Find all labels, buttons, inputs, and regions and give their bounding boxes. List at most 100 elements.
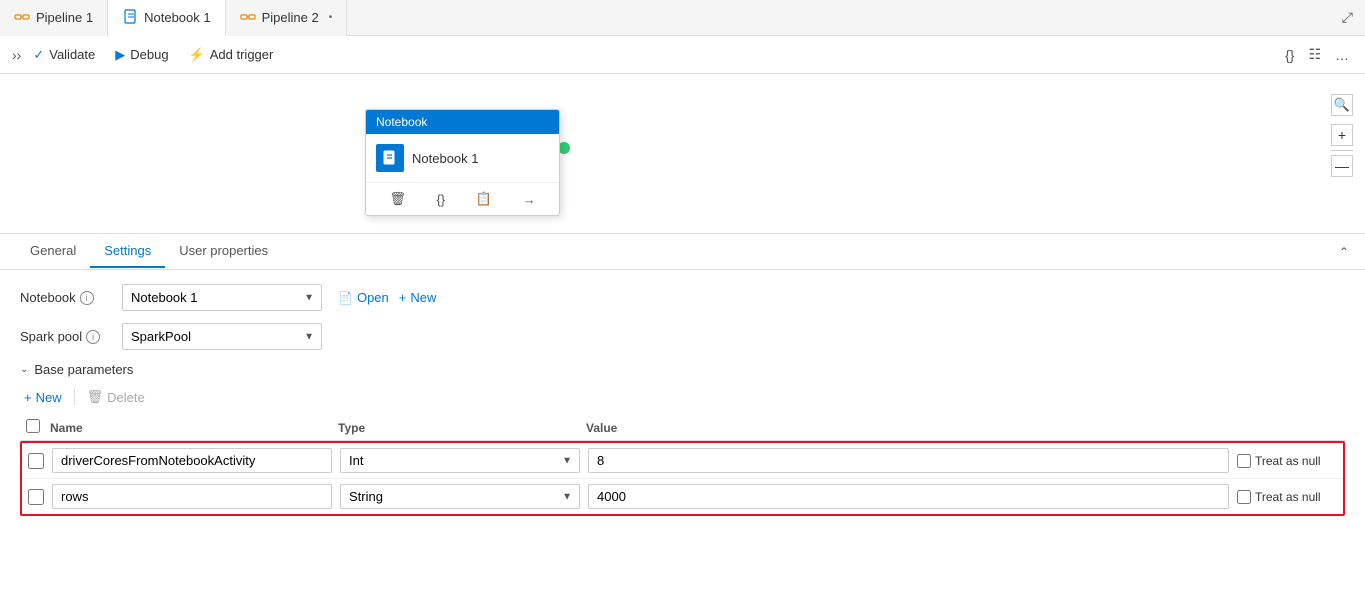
code-btn[interactable]: {}: [1281, 42, 1298, 67]
param-row2-value[interactable]: [588, 484, 1229, 509]
new-notebook-btn[interactable]: + New: [399, 290, 437, 305]
open-label: Open: [357, 290, 389, 305]
param-row2-name[interactable]: [52, 484, 332, 509]
spark-pool-select-wrap: SparkPool ▼: [122, 323, 322, 350]
debug-label: Debug: [130, 47, 168, 62]
tab-pipeline2-label: Pipeline 2: [262, 10, 319, 25]
param-row-2: Int String Bool Float ▼ Treat as null: [22, 479, 1343, 514]
spark-pool-form-row: Spark pool i SparkPool ▼: [20, 323, 1345, 350]
spark-pool-info-icon[interactable]: i: [86, 330, 100, 344]
param-row1-name[interactable]: [52, 448, 332, 473]
zoom-in-btn[interactable]: +: [1331, 124, 1353, 146]
notebook-card-name: Notebook 1: [412, 151, 479, 166]
plus-icon: +: [399, 290, 407, 305]
notebook-select[interactable]: Notebook 1: [122, 284, 322, 311]
param-row2-treat-null-checkbox[interactable]: [1237, 490, 1251, 504]
spark-pool-label: Spark pool i: [20, 329, 110, 344]
validate-button[interactable]: ✓ Validate: [25, 43, 103, 67]
new-param-btn[interactable]: + New: [20, 388, 66, 407]
card-copy-btn[interactable]: 📋: [470, 189, 498, 209]
trigger-icon: ⚡: [189, 47, 205, 63]
settings-content: Notebook i Notebook 1 ▼ 📄 Open + New: [0, 270, 1365, 530]
tab-pipeline2[interactable]: Pipeline 2 •: [226, 0, 348, 36]
tab-general[interactable]: General: [16, 235, 90, 268]
notebook-action-btns: 📄 Open + New: [338, 290, 436, 305]
treat-null-text-1: Treat as null: [1255, 454, 1321, 468]
delete-icon: 🗑: [87, 389, 104, 405]
new-param-plus-icon: +: [24, 390, 32, 405]
chevron-icon: ⌄: [20, 364, 28, 375]
params-column-headers: Name Type Value: [20, 415, 1345, 441]
tab-pipeline1[interactable]: Pipeline 1: [0, 0, 108, 36]
more-btn[interactable]: …: [1331, 42, 1353, 67]
canvas-area: Notebook Notebook 1 🗑 {} 📋 → 🔍 + —: [0, 74, 1365, 234]
notebook-card-body: Notebook 1: [366, 134, 559, 182]
notebook-tab-icon: [122, 9, 138, 25]
debug-button[interactable]: ▶ Debug: [107, 43, 176, 67]
tab-pipeline2-close[interactable]: •: [329, 12, 333, 23]
param-row2-type-wrap: Int String Bool Float ▼: [340, 484, 580, 509]
new-label: New: [410, 290, 436, 305]
tab-notebook1-label: Notebook 1: [144, 10, 211, 25]
select-all-checkbox[interactable]: [26, 419, 40, 433]
param-row2-type[interactable]: Int String Bool Float: [340, 484, 580, 509]
params-toolbar: + New 🗑 Delete: [20, 387, 1345, 407]
param-row1-value[interactable]: [588, 448, 1229, 473]
template-btn[interactable]: ☷: [1304, 42, 1325, 67]
search-canvas-btn[interactable]: 🔍: [1331, 94, 1353, 116]
open-icon: 📄: [338, 291, 353, 305]
notebook-card-header: Notebook: [366, 110, 559, 134]
panel-tab-bar: General Settings User properties ⌃: [0, 234, 1365, 270]
add-trigger-button[interactable]: ⚡ Add trigger: [181, 43, 282, 67]
new-param-label: New: [36, 390, 62, 405]
panel-collapse-btn[interactable]: ⌃: [1339, 245, 1349, 259]
pipeline2-icon: [240, 10, 256, 26]
notebook-select-wrap: Notebook 1 ▼: [122, 284, 322, 311]
params-toolbar-divider: [74, 389, 75, 405]
tab-settings-label: Settings: [104, 243, 151, 258]
notebook-card-footer: 🗑 {} 📋 →: [366, 182, 559, 215]
notebook-field-label: Notebook i: [20, 290, 110, 305]
param-row1-treat-null-checkbox[interactable]: [1237, 454, 1251, 468]
validate-icon: ✓: [33, 47, 44, 63]
param-row1-type-wrap: Int String Bool Float ▼: [340, 448, 580, 473]
notebook-body-icon: [376, 144, 404, 172]
treat-null-text-2: Treat as null: [1255, 490, 1321, 504]
header-value-col: Value: [586, 421, 1339, 435]
debug-icon: ▶: [115, 47, 125, 63]
delete-param-btn[interactable]: 🗑 Delete: [83, 387, 149, 407]
notebook-info-icon[interactable]: i: [80, 291, 94, 305]
header-type-col: Type: [338, 421, 578, 435]
zoom-out-btn[interactable]: —: [1331, 155, 1353, 177]
param-rows-container: Int String Bool Float ▼ Treat as null: [20, 441, 1345, 516]
header-name-col: Name: [50, 421, 330, 435]
tab-user-properties[interactable]: User properties: [165, 235, 282, 268]
param-row2-checkbox[interactable]: [28, 489, 44, 505]
spark-pool-select[interactable]: SparkPool: [122, 323, 322, 350]
delete-label: Delete: [107, 390, 145, 405]
zoom-divider: [1331, 150, 1353, 151]
open-notebook-btn[interactable]: 📄 Open: [338, 290, 389, 305]
tab-notebook1[interactable]: Notebook 1: [108, 0, 226, 36]
toolbar-nav-icon: ››: [12, 47, 21, 63]
param-row1-checkbox[interactable]: [28, 453, 44, 469]
param-row-1: Int String Bool Float ▼ Treat as null: [22, 443, 1343, 479]
tab-settings[interactable]: Settings: [90, 235, 165, 268]
card-delete-btn[interactable]: 🗑: [383, 189, 412, 209]
tab-user-properties-label: User properties: [179, 243, 268, 258]
add-trigger-label: Add trigger: [210, 47, 274, 62]
card-connect-btn[interactable]: →: [517, 190, 542, 209]
card-code-btn[interactable]: {}: [430, 190, 451, 209]
param-row2-treat-null-label: Treat as null: [1237, 490, 1337, 504]
panel-tab-group: General Settings User properties: [16, 235, 282, 268]
tab-general-label: General: [30, 243, 76, 258]
notebook-card[interactable]: Notebook Notebook 1 🗑 {} 📋 →: [365, 109, 560, 216]
notebook-form-row: Notebook i Notebook 1 ▼ 📄 Open + New: [20, 284, 1345, 311]
tab-pipeline1-label: Pipeline 1: [36, 10, 93, 25]
validate-label: Validate: [49, 47, 95, 62]
param-row1-type[interactable]: Int String Bool Float: [340, 448, 580, 473]
pipeline-icon: [14, 10, 30, 26]
header-checkbox-col: [26, 419, 42, 436]
param-row1-treat-null-label: Treat as null: [1237, 454, 1337, 468]
expand-btn[interactable]: ⤢: [1338, 5, 1357, 30]
